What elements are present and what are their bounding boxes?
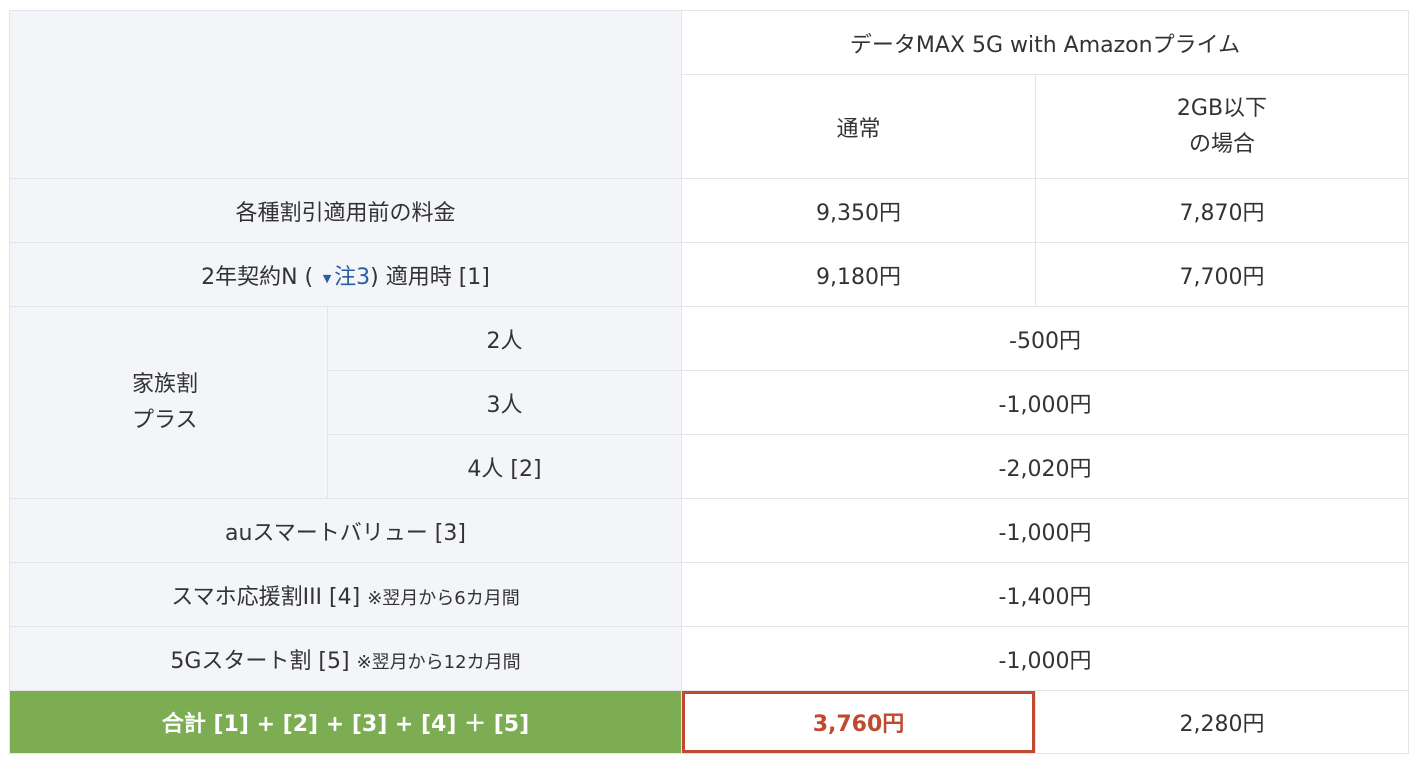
- family-value-2: -500円: [681, 306, 1409, 371]
- price-table: データMAX 5G with Amazonプライム 通常 2GB以下 の場合 各…: [9, 10, 1409, 754]
- under-2gb-column-header: 2GB以下 の場合: [1035, 74, 1409, 179]
- contract-label: 2年契約N ( ▼ 注3) 適用時 [1]: [9, 242, 682, 307]
- header-row: データMAX 5G with Amazonプライム: [9, 10, 1409, 179]
- contract-under-2gb: 7,700円: [1035, 242, 1409, 307]
- note-3-link[interactable]: 注3: [334, 265, 370, 290]
- base-price-under-2gb: 7,870円: [1035, 178, 1409, 243]
- start-5g-amount: -1,000円: [681, 626, 1409, 691]
- smartphone-support-note: ※翌月から6カ月間: [367, 587, 520, 609]
- smartphone-support-name: スマホ応援割III [4]: [171, 584, 361, 610]
- start-5g-row: 5Gスタート割 [5] ※翌月から12カ月間 -1,000円: [9, 626, 1409, 691]
- smartphone-support-label: スマホ応援割III [4] ※翌月から6カ月間: [9, 562, 682, 627]
- total-row: 合計 [1] + [2] + [3] + [4] ＋ [5] 3,760円 2,…: [9, 690, 1409, 754]
- family-discount-label: 家族割 プラス: [9, 306, 328, 499]
- total-normal: 3,760円: [681, 690, 1036, 754]
- base-price-label: 各種割引適用前の料金: [9, 178, 682, 243]
- total-under-2gb: 2,280円: [1035, 690, 1409, 754]
- total-label: 合計 [1] + [2] + [3] + [4] ＋ [5]: [9, 690, 682, 754]
- under-2gb-header-line1: 2GB以下: [1176, 95, 1268, 121]
- start-5g-note: ※翌月から12カ月間: [356, 651, 521, 673]
- start-5g-label: 5Gスタート割 [5] ※翌月から12カ月間: [9, 626, 682, 691]
- plan-name-header: データMAX 5G with Amazonプライム: [681, 10, 1409, 75]
- au-smart-value-row: auスマートバリュー [3] -1,000円: [9, 498, 1409, 563]
- contract-normal: 9,180円: [681, 242, 1036, 307]
- family-people-4: 4人 [2]: [327, 434, 682, 499]
- under-2gb-header-line2: の場合: [1188, 131, 1255, 157]
- family-label-line1: 家族割: [132, 371, 199, 397]
- smartphone-support-row: スマホ応援割III [4] ※翌月から6カ月間 -1,400円: [9, 562, 1409, 627]
- normal-column-header: 通常: [681, 74, 1036, 179]
- base-price-normal: 9,350円: [681, 178, 1036, 243]
- smartphone-support-amount: -1,400円: [681, 562, 1409, 627]
- contract-row: 2年契約N ( ▼ 注3) 適用時 [1] 9,180円 7,700円: [9, 242, 1409, 307]
- family-row-2: 家族割 プラス 2人 -500円: [9, 306, 1409, 499]
- base-price-row: 各種割引適用前の料金 9,350円 7,870円: [9, 178, 1409, 243]
- family-label-line2: プラス: [132, 407, 198, 433]
- family-value-3: -1,000円: [681, 370, 1409, 435]
- contract-label-pre: 2年契約N (: [201, 264, 314, 290]
- contract-label-post: ) 適用時 [1]: [370, 264, 490, 290]
- au-smart-value-label: auスマートバリュー [3]: [9, 498, 682, 563]
- family-people-3: 3人: [327, 370, 682, 435]
- arrow-down-icon[interactable]: ▼: [320, 272, 334, 285]
- au-smart-value-amount: -1,000円: [681, 498, 1409, 563]
- family-value-4: -2,020円: [681, 434, 1409, 499]
- corner-cell: [9, 10, 682, 179]
- start-5g-name: 5Gスタート割 [5]: [170, 648, 350, 674]
- family-people-2: 2人: [327, 306, 682, 371]
